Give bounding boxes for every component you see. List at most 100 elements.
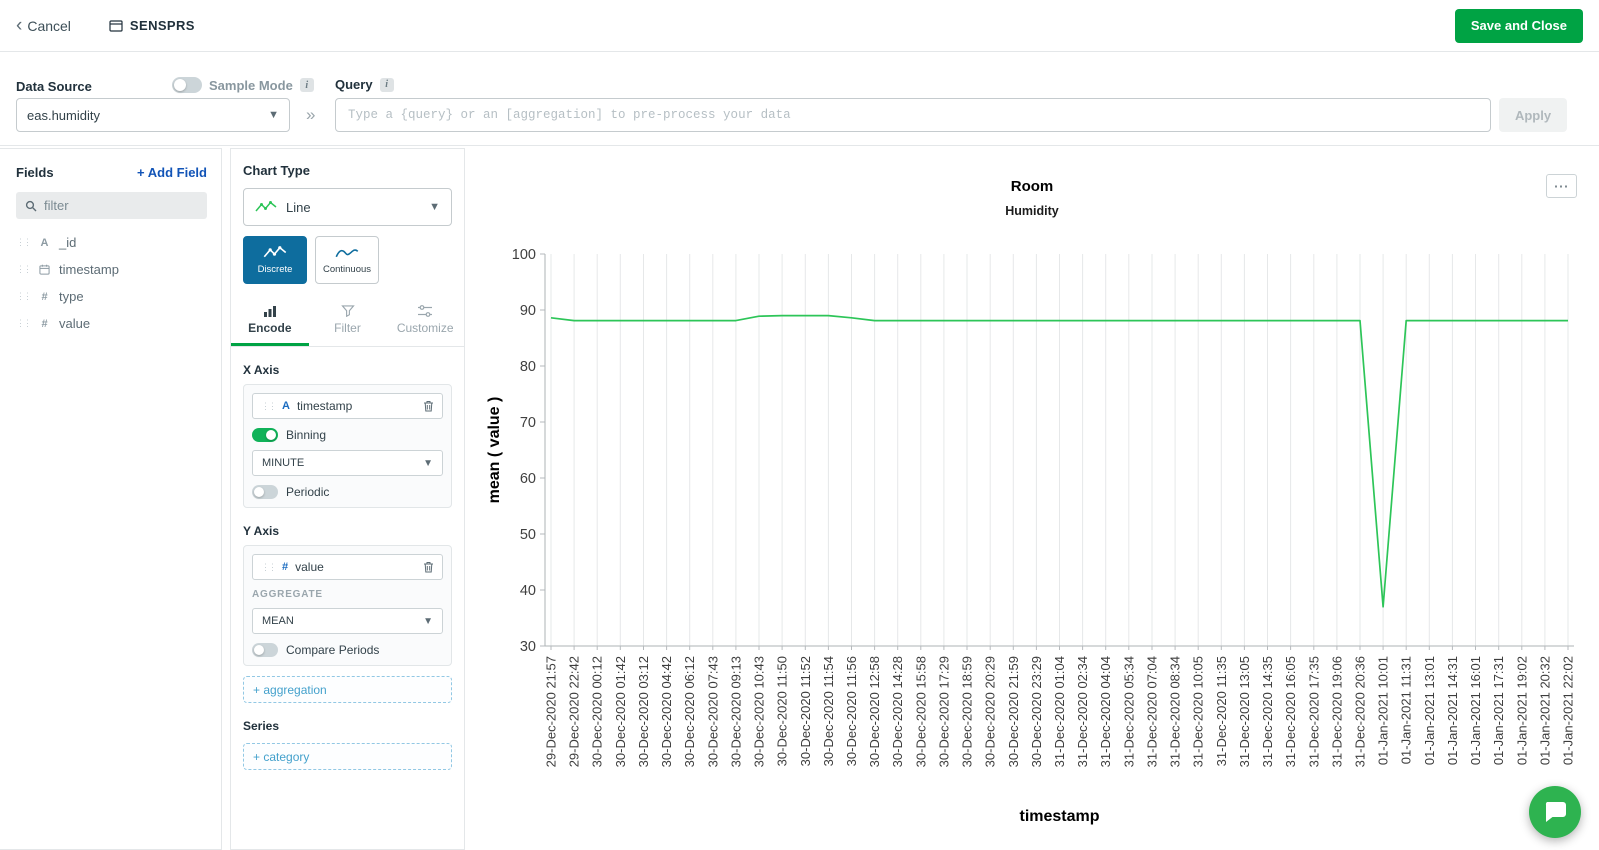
x-axis-card: ⋮⋮ A timestamp Binning MINUTE ▼ Periodi	[243, 384, 452, 508]
drag-handle-icon: ⋮⋮	[16, 265, 30, 274]
binning-unit-value: MINUTE	[262, 457, 304, 469]
data-source-select[interactable]: eas.humidity ▼	[16, 98, 290, 132]
info-icon[interactable]: i	[300, 78, 314, 92]
svg-text:60: 60	[520, 471, 536, 487]
chart-type-select[interactable]: Line ▼	[243, 188, 452, 226]
string-type-icon: A	[282, 400, 290, 412]
continuous-tile[interactable]: Continuous	[315, 236, 379, 284]
svg-text:30-Dec-2020 20:29: 30-Dec-2020 20:29	[983, 656, 998, 767]
query-label: Query	[335, 77, 373, 92]
add-category-button[interactable]: + category	[243, 743, 452, 770]
x-axis-label: X Axis	[243, 363, 452, 377]
dashboard-icon	[109, 20, 123, 32]
svg-text:31-Dec-2020 11:35: 31-Dec-2020 11:35	[1214, 656, 1229, 766]
svg-text:01-Jan-2021 14:31: 01-Jan-2021 14:31	[1445, 656, 1460, 765]
svg-text:31-Dec-2020 13:05: 31-Dec-2020 13:05	[1237, 656, 1252, 767]
svg-text:30-Dec-2020 12:58: 30-Dec-2020 12:58	[867, 656, 882, 767]
svg-text:30-Dec-2020 06:12: 30-Dec-2020 06:12	[682, 656, 697, 767]
svg-text:30-Dec-2020 04:42: 30-Dec-2020 04:42	[659, 656, 674, 767]
aggregate-value: MEAN	[262, 615, 294, 627]
svg-text:31-Dec-2020 05:34: 31-Dec-2020 05:34	[1121, 656, 1136, 767]
field-item-timestamp[interactable]: ⋮⋮ timestamp	[0, 256, 221, 283]
line-chart-icon	[255, 200, 277, 214]
chart-menu-button[interactable]: ⋯	[1546, 174, 1577, 198]
query-input[interactable]	[335, 98, 1491, 132]
svg-text:40: 40	[520, 583, 536, 599]
encode-icon	[263, 305, 277, 317]
add-field-button[interactable]: + Add Field	[137, 165, 207, 180]
field-name: timestamp	[59, 262, 119, 277]
data-source-label: Data Source	[16, 79, 92, 94]
svg-text:30-Dec-2020 09:13: 30-Dec-2020 09:13	[728, 656, 743, 767]
y-field-name: value	[295, 560, 324, 574]
drag-handle-icon: ⋮⋮	[261, 563, 275, 572]
trash-icon[interactable]	[423, 400, 434, 412]
svg-text:31-Dec-2020 14:35: 31-Dec-2020 14:35	[1260, 656, 1275, 767]
svg-text:30-Dec-2020 07:43: 30-Dec-2020 07:43	[705, 656, 720, 767]
field-filter-box	[16, 192, 207, 219]
series-label: Series	[243, 719, 452, 733]
fields-panel: Fields + Add Field ⋮⋮A_id ⋮⋮ timestamp ⋮⋮#t…	[0, 148, 222, 850]
sample-mode-label: Sample Mode	[209, 78, 293, 93]
periodic-toggle[interactable]	[252, 485, 278, 499]
svg-text:30-Dec-2020 11:52: 30-Dec-2020 11:52	[798, 656, 813, 766]
data-source-value: eas.humidity	[27, 108, 100, 123]
discrete-label: Discrete	[258, 264, 293, 275]
field-item-value[interactable]: ⋮⋮#value	[0, 310, 221, 337]
date-type-icon	[38, 264, 51, 275]
dashboard-breadcrumb[interactable]: SENSPRS	[109, 18, 195, 33]
cancel-button[interactable]: ‹ Cancel	[16, 16, 71, 35]
svg-text:30-Dec-2020 01:42: 30-Dec-2020 01:42	[613, 656, 628, 767]
apply-button[interactable]: Apply	[1499, 98, 1567, 132]
svg-text:30-Dec-2020 11:56: 30-Dec-2020 11:56	[844, 656, 859, 766]
svg-text:31-Dec-2020 19:06: 31-Dec-2020 19:06	[1329, 656, 1344, 767]
add-aggregation-button[interactable]: + aggregation	[243, 676, 452, 703]
chat-bubble-button[interactable]	[1529, 786, 1581, 838]
field-name: type	[59, 289, 84, 304]
tab-customize-label: Customize	[397, 321, 454, 335]
save-and-close-button[interactable]: Save and Close	[1455, 9, 1583, 43]
y-field-chip[interactable]: ⋮⋮ # value	[252, 554, 443, 580]
info-icon[interactable]: i	[380, 78, 394, 92]
svg-text:31-Dec-2020 10:05: 31-Dec-2020 10:05	[1191, 656, 1206, 767]
fields-list: ⋮⋮A_id ⋮⋮ timestamp ⋮⋮#type⋮⋮#value	[0, 229, 221, 337]
discrete-tile[interactable]: Discrete	[243, 236, 307, 284]
sample-mode-toggle[interactable]	[172, 77, 202, 93]
svg-text:29-Dec-2020 21:57: 29-Dec-2020 21:57	[544, 656, 559, 767]
trash-icon[interactable]	[423, 561, 434, 573]
svg-text:90: 90	[520, 303, 536, 319]
svg-text:31-Dec-2020 02:34: 31-Dec-2020 02:34	[1075, 656, 1090, 767]
fields-title: Fields	[16, 165, 54, 180]
svg-text:30: 30	[520, 639, 536, 655]
sample-mode-group: Sample Mode i	[172, 77, 314, 93]
periodic-row: Periodic	[252, 485, 443, 499]
binning-unit-select[interactable]: MINUTE ▼	[252, 450, 443, 476]
svg-text:31-Dec-2020 17:35: 31-Dec-2020 17:35	[1306, 656, 1321, 767]
svg-text:mean ( value ): mean ( value )	[486, 397, 503, 504]
filter-icon	[341, 305, 355, 317]
chart-area: Room Humidity ⋯ 3040506070809010029-Dec-…	[465, 148, 1599, 850]
tab-encode-label: Encode	[248, 321, 291, 335]
field-item-type[interactable]: ⋮⋮#type	[0, 283, 221, 310]
svg-text:01-Jan-2021 19:02: 01-Jan-2021 19:02	[1514, 656, 1529, 765]
compare-periods-toggle[interactable]	[252, 643, 278, 657]
tab-encode[interactable]: Encode	[231, 300, 309, 346]
tab-filter[interactable]: Filter	[309, 300, 387, 346]
chart-subtitle: Humidity	[465, 204, 1599, 218]
svg-text:100: 100	[512, 247, 536, 263]
aggregate-select[interactable]: MEAN ▼	[252, 608, 443, 634]
tab-customize[interactable]: Customize	[386, 300, 464, 346]
x-field-chip[interactable]: ⋮⋮ A timestamp	[252, 393, 443, 419]
search-icon	[25, 200, 37, 212]
y-axis-label: Y Axis	[243, 524, 452, 538]
svg-text:80: 80	[520, 359, 536, 375]
chart-type-value: Line	[286, 200, 311, 215]
field-filter-input[interactable]	[44, 198, 198, 213]
encode-tabs: Encode Filter Customize	[231, 300, 464, 347]
chart-type-title: Chart Type	[243, 163, 452, 178]
svg-text:31-Dec-2020 07:04: 31-Dec-2020 07:04	[1145, 656, 1160, 767]
field-item-_id[interactable]: ⋮⋮A_id	[0, 229, 221, 256]
chevron-down-icon: ▼	[423, 616, 433, 627]
binning-toggle[interactable]	[252, 428, 278, 442]
tab-filter-label: Filter	[334, 321, 361, 335]
